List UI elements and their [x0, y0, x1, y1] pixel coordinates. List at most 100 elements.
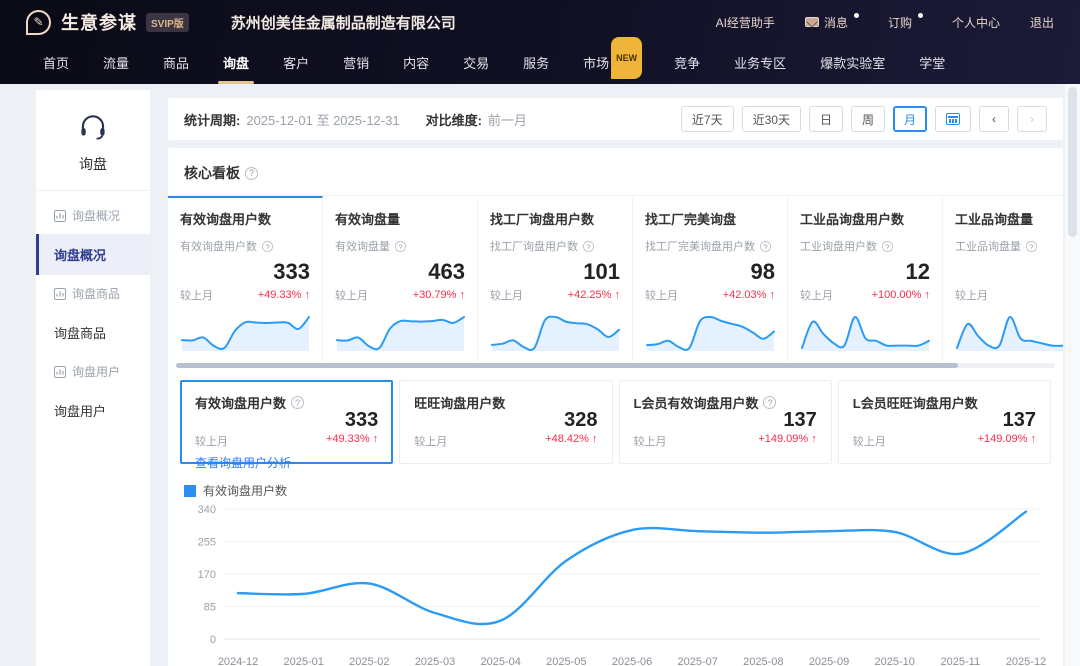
svg-text:340: 340: [198, 504, 216, 516]
brand-logo-icon: ✎: [26, 10, 51, 35]
envelope-icon: [805, 17, 819, 27]
svg-text:2025-05: 2025-05: [546, 656, 586, 666]
nav-marketing[interactable]: 营销: [326, 44, 386, 84]
brand-name: 生意参谋: [61, 9, 137, 35]
nav-competition[interactable]: 竞争: [657, 44, 717, 84]
range-week-button[interactable]: 周: [851, 106, 885, 132]
up-arrow-icon: ↑: [925, 289, 931, 301]
range-day-button[interactable]: 日: [809, 106, 843, 132]
range-30d-button[interactable]: 近30天: [742, 106, 801, 132]
trend-line-chart: 0851702553402024-122025-012025-022025-03…: [180, 499, 1051, 666]
notification-dot: [854, 13, 859, 18]
help-icon[interactable]: ?: [245, 167, 258, 180]
ai-assistant-link[interactable]: AI经营助手: [716, 14, 775, 31]
chevron-left-icon: ‹: [992, 112, 996, 126]
messages-link[interactable]: 消息: [805, 14, 858, 31]
kpi-row-scrollbar[interactable]: [176, 363, 1055, 368]
detail-card-row: 有效询盘用户数? 333 较上月+49.33% ↑ 查看询盘用户分析 旺旺询盘用…: [168, 378, 1063, 464]
nav-customers[interactable]: 客户: [266, 44, 326, 84]
nav-traffic[interactable]: 流量: [86, 44, 146, 84]
kpi-card-row: 有效询盘用户数 有效询盘用户数? 333 较上月+49.33% ↑ 有效询盘量 …: [168, 195, 1063, 361]
page-scrollbar[interactable]: [1065, 84, 1080, 666]
kpi-card-industrial-inquiries[interactable]: 工业品询盘量 工业品询盘量? 较上月: [943, 196, 1063, 361]
compare-label: 对比维度:: [426, 110, 482, 129]
nav-service[interactable]: 服务: [506, 44, 566, 84]
detail-card-wangwang-inquiry-users[interactable]: 旺旺询盘用户数 328 较上月+48.42% ↑: [399, 380, 612, 464]
help-icon: ?: [882, 240, 893, 251]
help-icon: ?: [763, 396, 776, 409]
nav-inquiry[interactable]: 询盘: [206, 44, 266, 84]
legend-swatch: [184, 485, 196, 497]
svg-text:2025-07: 2025-07: [677, 656, 717, 666]
svip-badge: SVIP版: [146, 13, 189, 32]
range-month-button[interactable]: 月: [893, 106, 927, 132]
legend-label: 有效询盘用户数: [203, 482, 287, 499]
sidebar-item-inquiry-products[interactable]: 询盘商品: [36, 312, 150, 353]
svg-text:170: 170: [198, 569, 216, 581]
svg-text:2025-08: 2025-08: [743, 656, 783, 666]
sidebar-group-inquiry-products[interactable]: 询盘商品: [36, 275, 150, 312]
range-7d-button[interactable]: 近7天: [681, 106, 734, 132]
company-name: 苏州创美佳金属制品制造有限公司: [231, 12, 456, 33]
sparkline-chart: [800, 309, 931, 353]
nav-academy[interactable]: 学堂: [902, 44, 962, 84]
kpi-card-industrial-inquiry-users[interactable]: 工业品询盘用户数 工业询盘用户数? 12 较上月+100.00% ↑: [788, 196, 943, 361]
svg-text:2025-11: 2025-11: [941, 656, 981, 666]
nav-home[interactable]: 首页: [26, 44, 86, 84]
scrollbar-thumb[interactable]: [176, 363, 958, 368]
period-value: 2025-12-01 至 2025-12-31: [246, 110, 399, 129]
nav-business-zone[interactable]: 业务专区: [717, 44, 803, 84]
inquiry-user-analysis-link[interactable]: 查看询盘用户分析: [195, 454, 378, 471]
trend-chart-section: 有效询盘用户数 0851702553402024-122025-012025-0…: [168, 464, 1063, 666]
up-arrow-icon: ↑: [811, 433, 817, 445]
sidebar-group-inquiry-users[interactable]: 询盘用户: [36, 353, 150, 390]
orders-link[interactable]: 订购: [888, 14, 922, 31]
svg-text:2025-09: 2025-09: [809, 656, 849, 666]
kpi-card-factory-inquiry-users[interactable]: 找工厂询盘用户数 找工厂询盘用户数? 101 较上月+42.25% ↑: [478, 196, 633, 361]
svg-text:2025-10: 2025-10: [874, 656, 914, 666]
account-link[interactable]: 个人中心: [952, 14, 1000, 31]
top-header: ✎ 生意参谋 SVIP版 苏州创美佳金属制品制造有限公司 AI经营助手 消息 订…: [0, 0, 1080, 84]
up-arrow-icon: ↑: [592, 433, 598, 445]
svg-text:2025-12: 2025-12: [1006, 656, 1046, 666]
up-arrow-icon: ↑: [373, 433, 379, 445]
sidebar-item-inquiry-users[interactable]: 询盘用户: [36, 390, 150, 431]
kpi-card-valid-inquiries[interactable]: 有效询盘量 有效询盘量? 463 较上月+30.79% ↑: [323, 196, 478, 361]
chart-icon: [54, 210, 66, 222]
headset-icon: [78, 114, 108, 140]
logout-link[interactable]: 退出: [1030, 14, 1054, 31]
detail-card-lmember-wangwang-inquiry-users[interactable]: L会员旺旺询盘用户数 137 较上月+149.09% ↑: [838, 380, 1051, 464]
notification-dot: [918, 13, 923, 18]
prev-period-button[interactable]: ‹: [979, 106, 1009, 132]
core-dashboard-panel: 核心看板 ? 有效询盘用户数 有效询盘用户数? 333 较上月+49.33% ↑…: [168, 148, 1063, 666]
svg-text:2025-03: 2025-03: [415, 656, 455, 666]
svg-text:2025-01: 2025-01: [283, 656, 323, 666]
sidebar-group-inquiry-overview[interactable]: 询盘概况: [36, 197, 150, 234]
svg-text:2025-02: 2025-02: [349, 656, 389, 666]
chart-icon: [54, 366, 66, 378]
nav-hot-lab[interactable]: 爆款实验室: [803, 44, 902, 84]
period-label: 统计周期:: [184, 110, 240, 129]
next-period-button[interactable]: ›: [1017, 106, 1047, 132]
detail-card-lmember-valid-inquiry-users[interactable]: L会员有效询盘用户数? 137 较上月+149.09% ↑: [619, 380, 832, 464]
nav-products[interactable]: 商品: [146, 44, 206, 84]
nav-content[interactable]: 内容: [386, 44, 446, 84]
main-nav: 首页 流量 商品 询盘 客户 营销 内容 交易 服务 市场NEW 竞争 业务专区…: [0, 44, 1080, 84]
calendar-button[interactable]: [935, 106, 971, 132]
up-arrow-icon: ↑: [1031, 433, 1037, 445]
kpi-card-valid-inquiry-users[interactable]: 有效询盘用户数 有效询盘用户数? 333 较上月+49.33% ↑: [168, 196, 323, 361]
svg-text:0: 0: [210, 634, 216, 646]
nav-market[interactable]: 市场NEW: [566, 44, 657, 84]
sparkline-chart: [335, 309, 466, 353]
nav-trade[interactable]: 交易: [446, 44, 506, 84]
sparkline-chart: [955, 309, 1063, 353]
sparkline-chart: [645, 309, 776, 353]
chart-legend: 有效询盘用户数: [184, 482, 1051, 499]
chevron-right-icon: ›: [1030, 112, 1034, 126]
up-arrow-icon: ↑: [615, 289, 621, 301]
calendar-icon: [946, 113, 960, 125]
detail-card-valid-inquiry-users[interactable]: 有效询盘用户数? 333 较上月+49.33% ↑ 查看询盘用户分析: [180, 380, 393, 464]
sidebar-item-inquiry-overview[interactable]: 询盘概况: [36, 234, 150, 275]
kpi-card-factory-perfect-inquiry[interactable]: 找工厂完美询盘 找工厂完美询盘用户数? 98 较上月+42.03% ↑: [633, 196, 788, 361]
up-arrow-icon: ↑: [305, 289, 311, 301]
